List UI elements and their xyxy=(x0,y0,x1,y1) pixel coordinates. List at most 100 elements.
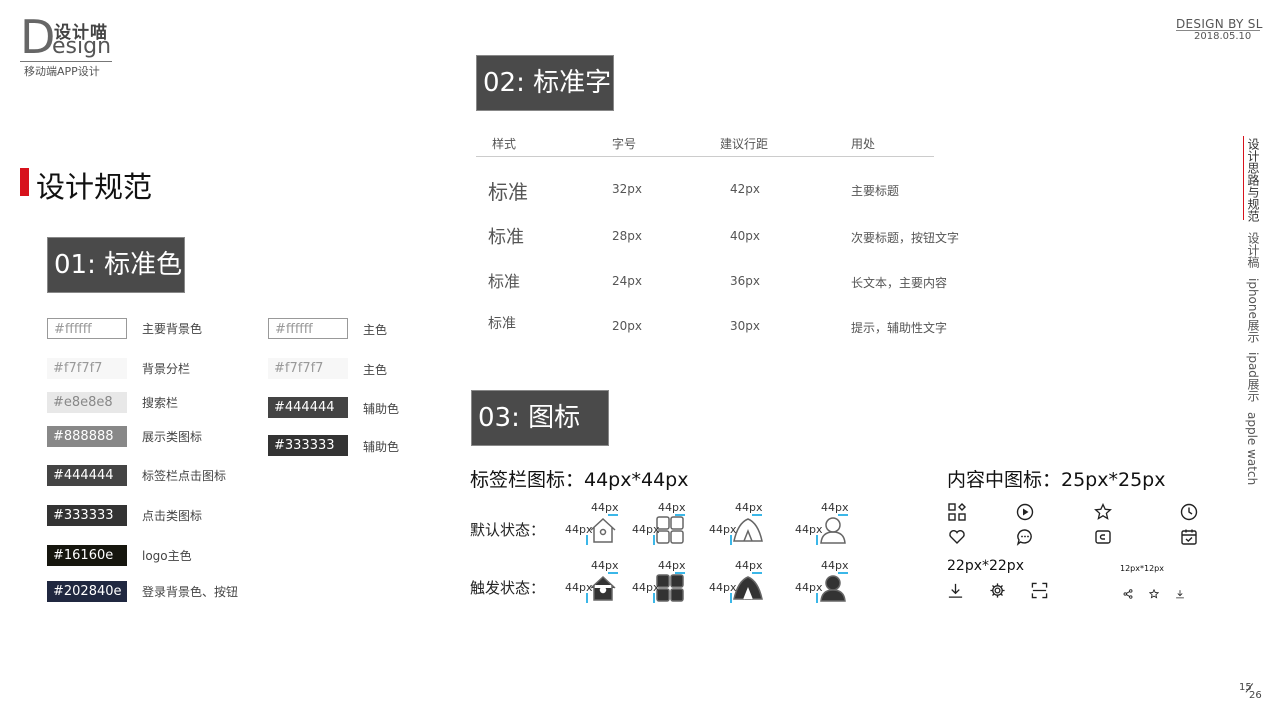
icon-dimension-label: 44px xyxy=(709,523,737,536)
measure-cue xyxy=(730,535,732,545)
measure-cue xyxy=(730,593,732,603)
color-swatch: #202840e xyxy=(47,581,127,602)
header-date: 2018.05.10 xyxy=(1194,31,1252,42)
content-icons-title: 内容中图标：25px*25px xyxy=(947,469,1166,491)
icon-dimension-label: 44px xyxy=(632,523,660,536)
color-swatch-label: 背景分栏 xyxy=(142,362,191,376)
color-swatch-label: 展示类图标 xyxy=(142,430,203,444)
download-icon xyxy=(1175,584,1185,603)
scan-icon xyxy=(1031,582,1048,603)
font-use-value: 主要标题 xyxy=(851,184,900,198)
side-nav-item[interactable]: 设计稿 xyxy=(1245,232,1262,268)
line-height-value: 36px xyxy=(730,274,760,288)
measure-cue xyxy=(675,572,685,574)
color-swatch: #f7f7f7 xyxy=(47,358,127,379)
icon-dimension-label: 44px xyxy=(632,581,660,594)
measure-cue xyxy=(752,572,762,574)
color-swatch-label: 搜索栏 xyxy=(142,396,179,410)
small-icons-title: 22px*22px xyxy=(947,558,1024,574)
side-nav-item[interactable]: 设计思路与规范 xyxy=(1245,138,1262,222)
icon-dimension-label: 44px xyxy=(591,559,619,572)
chat-icon xyxy=(1016,528,1034,546)
nav-active-indicator xyxy=(1243,136,1244,220)
font-size-value: 24px xyxy=(612,274,642,288)
measure-cue xyxy=(586,593,588,603)
color-swatch-label: 主要背景色 xyxy=(142,322,203,336)
design-by: DESIGN BY SL xyxy=(1176,17,1263,31)
line-height-value: 42px xyxy=(730,182,760,196)
wallet-icon xyxy=(1094,528,1112,546)
table-header-line: 建议行距 xyxy=(720,137,769,151)
logo-subtitle: 移动端APP设计 xyxy=(24,65,100,78)
color-swatch-label: 主色 xyxy=(363,323,388,337)
play-icon xyxy=(1016,503,1034,521)
tiny-icons-title: 12px*12px xyxy=(1120,564,1164,573)
measure-cue xyxy=(608,514,618,516)
font-size-value: 32px xyxy=(612,182,642,196)
font-size-value: 28px xyxy=(612,229,642,243)
color-swatch: #ffffff xyxy=(268,318,348,339)
icon-dimension-label: 44px xyxy=(821,501,849,514)
table-header-style: 样式 xyxy=(492,137,517,151)
logo-divider xyxy=(20,61,112,62)
default-state-label: 默认状态： xyxy=(470,521,546,539)
calendar-icon xyxy=(1180,528,1198,546)
star-icon xyxy=(1094,503,1112,521)
font-use-value: 次要标题，按钮文字 xyxy=(851,231,960,245)
side-nav-item[interactable]: apple watch xyxy=(1245,412,1259,485)
icon-dimension-label: 44px xyxy=(658,501,686,514)
color-swatch: #f7f7f7 xyxy=(268,358,348,379)
measure-cue xyxy=(752,514,762,516)
measure-cue xyxy=(838,514,848,516)
tab-icons-title: 标签栏图标：44px*44px xyxy=(470,469,689,491)
font-use-value: 提示，辅助性文字 xyxy=(851,321,948,335)
icon-dimension-label: 44px xyxy=(735,501,763,514)
color-swatch: #888888 xyxy=(47,426,127,447)
icon-dimension-label: 44px xyxy=(821,559,849,572)
icon-dimension-label: 44px xyxy=(565,523,593,536)
download-icon xyxy=(947,582,964,603)
line-height-value: 30px xyxy=(730,319,760,333)
section-accent-bar xyxy=(20,168,29,196)
table-header-size: 字号 xyxy=(612,137,637,151)
icon-dimension-label: 44px xyxy=(658,559,686,572)
side-nav-item[interactable]: ipad展示 xyxy=(1245,352,1262,402)
side-nav-item[interactable]: iphone展示 xyxy=(1245,278,1262,343)
color-swatch: #16160e xyxy=(47,545,127,566)
color-swatch: #444444 xyxy=(47,465,127,486)
measure-cue xyxy=(586,535,588,545)
clock-icon xyxy=(1180,503,1198,521)
icon-dimension-label: 44px xyxy=(795,581,823,594)
font-sample: 标准 xyxy=(488,227,524,248)
active-state-label: 触发状态： xyxy=(470,579,546,597)
line-height-value: 40px xyxy=(730,229,760,243)
icon-dimension-label: 44px xyxy=(709,581,737,594)
font-sample: 标准 xyxy=(488,180,528,204)
logo-letter: D xyxy=(20,10,56,64)
color-swatch-label: logo主色 xyxy=(142,549,192,563)
color-swatch-label: 登录背景色、按钮 xyxy=(142,585,239,599)
logo-en-text: esign xyxy=(52,34,112,59)
font-sample: 标准 xyxy=(488,316,516,332)
colors-title: 01: 标准色 xyxy=(47,237,185,293)
color-swatch-label: 点击类图标 xyxy=(142,509,203,523)
icon-dimension-label: 44px xyxy=(795,523,823,536)
measure-cue xyxy=(816,593,818,603)
apps-icon xyxy=(948,503,966,521)
color-swatch: #444444 xyxy=(268,397,348,418)
font-sample: 标准 xyxy=(488,272,521,291)
measure-cue xyxy=(653,593,655,603)
icon-dimension-label: 44px xyxy=(591,501,619,514)
star-icon xyxy=(1148,584,1160,603)
measure-cue xyxy=(816,535,818,545)
table-header-use: 用处 xyxy=(851,137,876,151)
fonts-title: 02: 标准字 xyxy=(476,55,614,111)
page-total: 26 xyxy=(1249,690,1262,701)
color-swatch: #ffffff xyxy=(47,318,127,339)
color-swatch-label: 标签栏点击图标 xyxy=(142,469,227,483)
measure-cue xyxy=(653,535,655,545)
color-swatch-label: 辅助色 xyxy=(363,402,400,416)
icons-title: 03: 图标 xyxy=(471,390,609,446)
icon-dimension-label: 44px xyxy=(565,581,593,594)
measure-cue xyxy=(608,572,618,574)
